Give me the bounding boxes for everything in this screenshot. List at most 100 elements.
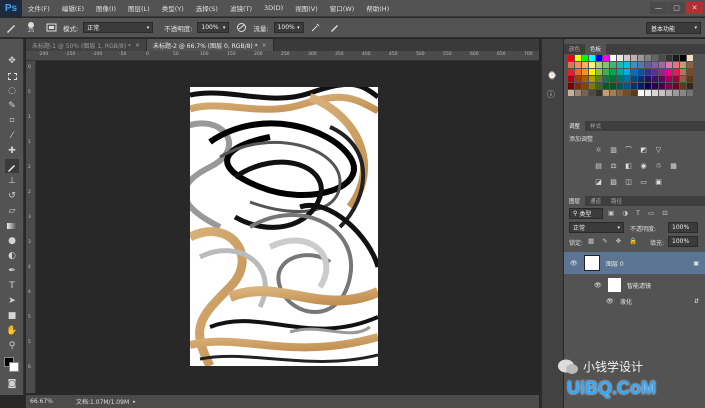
- close-button[interactable]: ✕: [686, 2, 703, 14]
- airbrush-icon[interactable]: [309, 21, 323, 35]
- selective-color-icon[interactable]: ▣: [654, 177, 663, 186]
- color-swatch[interactable]: [659, 90, 665, 96]
- tab-document-1[interactable]: 未标题-1 @ 50% (图层 1, RGB/8) * ×: [26, 39, 147, 51]
- color-swatch[interactable]: [603, 62, 609, 68]
- layer-filter-icons[interactable]: ▣ ◑ T ▭ ⊡: [608, 209, 671, 217]
- menu-file[interactable]: 文件(F): [22, 3, 56, 13]
- color-swatch[interactable]: [575, 62, 581, 68]
- color-swatch[interactable]: [673, 69, 679, 75]
- black-white-icon[interactable]: ◧: [624, 161, 633, 170]
- color-swatch[interactable]: [610, 90, 616, 96]
- posterize-icon[interactable]: ▨: [609, 177, 618, 186]
- color-swatch[interactable]: [617, 90, 623, 96]
- tab-document-2[interactable]: 未标题-2 @ 66.7% (图层 0, RGB/8) * ×: [146, 39, 274, 51]
- color-swatch[interactable]: [589, 62, 595, 68]
- color-swatch[interactable]: [652, 76, 658, 82]
- chevron-right-icon[interactable]: ▸: [133, 399, 136, 405]
- color-swatch[interactable]: [617, 83, 623, 89]
- color-swatch[interactable]: [666, 62, 672, 68]
- color-swatch[interactable]: [652, 62, 658, 68]
- color-swatch[interactable]: [666, 76, 672, 82]
- color-swatch[interactable]: [680, 76, 686, 82]
- healing-brush-tool-icon[interactable]: ✚: [5, 144, 19, 158]
- color-swatch[interactable]: [617, 55, 623, 61]
- color-swatch[interactable]: [568, 55, 574, 61]
- color-swatch[interactable]: [610, 76, 616, 82]
- color-swatch[interactable]: [680, 55, 686, 61]
- color-swatch[interactable]: [687, 55, 693, 61]
- gradient-tool-icon[interactable]: [5, 219, 19, 233]
- menu-layer[interactable]: 图层(L): [122, 3, 156, 13]
- color-swatch[interactable]: [638, 90, 644, 96]
- color-swatch[interactable]: [582, 90, 588, 96]
- color-swatch[interactable]: [645, 62, 651, 68]
- color-swatch[interactable]: [631, 55, 637, 61]
- layer-row-smart-filters[interactable]: 👁 智能滤镜: [564, 275, 705, 295]
- color-swatch[interactable]: [603, 90, 609, 96]
- quick-mask-icon[interactable]: ◙: [5, 377, 19, 391]
- color-swatch[interactable]: [673, 90, 679, 96]
- color-swatch[interactable]: [624, 69, 630, 75]
- brush-panel-icon[interactable]: [44, 21, 58, 35]
- channel-mixer-icon[interactable]: ♲: [654, 161, 663, 170]
- color-swatch[interactable]: [680, 90, 686, 96]
- layer-row-0[interactable]: 👁 图层 0 ▣: [564, 252, 705, 274]
- color-swatch[interactable]: [645, 90, 651, 96]
- curves-icon[interactable]: ⌒: [624, 145, 633, 154]
- color-swatch[interactable]: [603, 55, 609, 61]
- color-swatch[interactable]: [610, 69, 616, 75]
- color-swatch[interactable]: [575, 69, 581, 75]
- color-swatch[interactable]: [582, 55, 588, 61]
- color-swatch[interactable]: [673, 62, 679, 68]
- gradient-map-icon[interactable]: ▭: [639, 177, 648, 186]
- crop-tool-icon[interactable]: ⌗: [5, 114, 19, 128]
- brush-preset-picker[interactable]: 25: [23, 21, 39, 35]
- color-lookup-icon[interactable]: ▦: [669, 161, 678, 170]
- move-tool-icon[interactable]: ✥: [5, 54, 19, 68]
- color-swatch[interactable]: [680, 62, 686, 68]
- liquify-label[interactable]: 液化: [620, 297, 632, 306]
- color-swatch[interactable]: [631, 83, 637, 89]
- threshold-icon[interactable]: ◫: [624, 177, 633, 186]
- brush-tool-icon[interactable]: [4, 21, 18, 35]
- color-swatch[interactable]: [603, 69, 609, 75]
- invert-icon[interactable]: ◪: [594, 177, 603, 186]
- color-swatch[interactable]: [638, 62, 644, 68]
- color-swatch[interactable]: [659, 55, 665, 61]
- zoom-level[interactable]: 66.67%: [30, 398, 70, 405]
- color-swatch[interactable]: [673, 55, 679, 61]
- layer-opacity-input[interactable]: 100%: [668, 222, 698, 233]
- close-icon[interactable]: ×: [135, 42, 140, 49]
- lasso-tool-icon[interactable]: ◌: [5, 84, 19, 98]
- exposure-icon[interactable]: ◩: [639, 145, 648, 154]
- tab-channels[interactable]: 通道: [585, 196, 606, 206]
- menu-3d[interactable]: 3D(D): [258, 4, 289, 12]
- history-brush-tool-icon[interactable]: ↺: [5, 189, 19, 203]
- type-tool-icon[interactable]: T: [5, 279, 19, 293]
- color-swatch[interactable]: [673, 76, 679, 82]
- color-swatch[interactable]: [603, 76, 609, 82]
- color-swatch[interactable]: [568, 90, 574, 96]
- layer-row-liquify[interactable]: 👁 液化 ⇵: [564, 295, 705, 307]
- brush-tool-icon[interactable]: [5, 159, 19, 173]
- tab-color[interactable]: 颜色: [564, 44, 585, 54]
- zoom-tool-icon[interactable]: ⚲: [5, 339, 19, 353]
- tab-swatches[interactable]: 色板: [585, 44, 607, 54]
- menu-view[interactable]: 视图(V): [289, 3, 324, 13]
- color-swatch[interactable]: [624, 62, 630, 68]
- color-swatch[interactable]: [666, 90, 672, 96]
- workspace-select[interactable]: 基本功能 ▾: [646, 22, 701, 34]
- smart-filters-label[interactable]: 智能滤镜: [627, 281, 651, 290]
- color-swatch[interactable]: [624, 83, 630, 89]
- layer-kind-filter[interactable]: ⚲ 类型: [569, 208, 603, 219]
- color-swatch[interactable]: [589, 83, 595, 89]
- dodge-tool-icon[interactable]: ◐: [5, 249, 19, 263]
- color-swatch[interactable]: [652, 83, 658, 89]
- minimize-button[interactable]: —: [650, 2, 667, 14]
- properties-icon[interactable]: ⓘ: [547, 89, 559, 101]
- menu-type[interactable]: 类型(Y): [156, 3, 190, 13]
- color-swatch[interactable]: [596, 90, 602, 96]
- color-swatch[interactable]: [645, 55, 651, 61]
- menu-edit[interactable]: 编辑(E): [56, 3, 90, 13]
- tab-adjustments[interactable]: 调整: [564, 121, 586, 131]
